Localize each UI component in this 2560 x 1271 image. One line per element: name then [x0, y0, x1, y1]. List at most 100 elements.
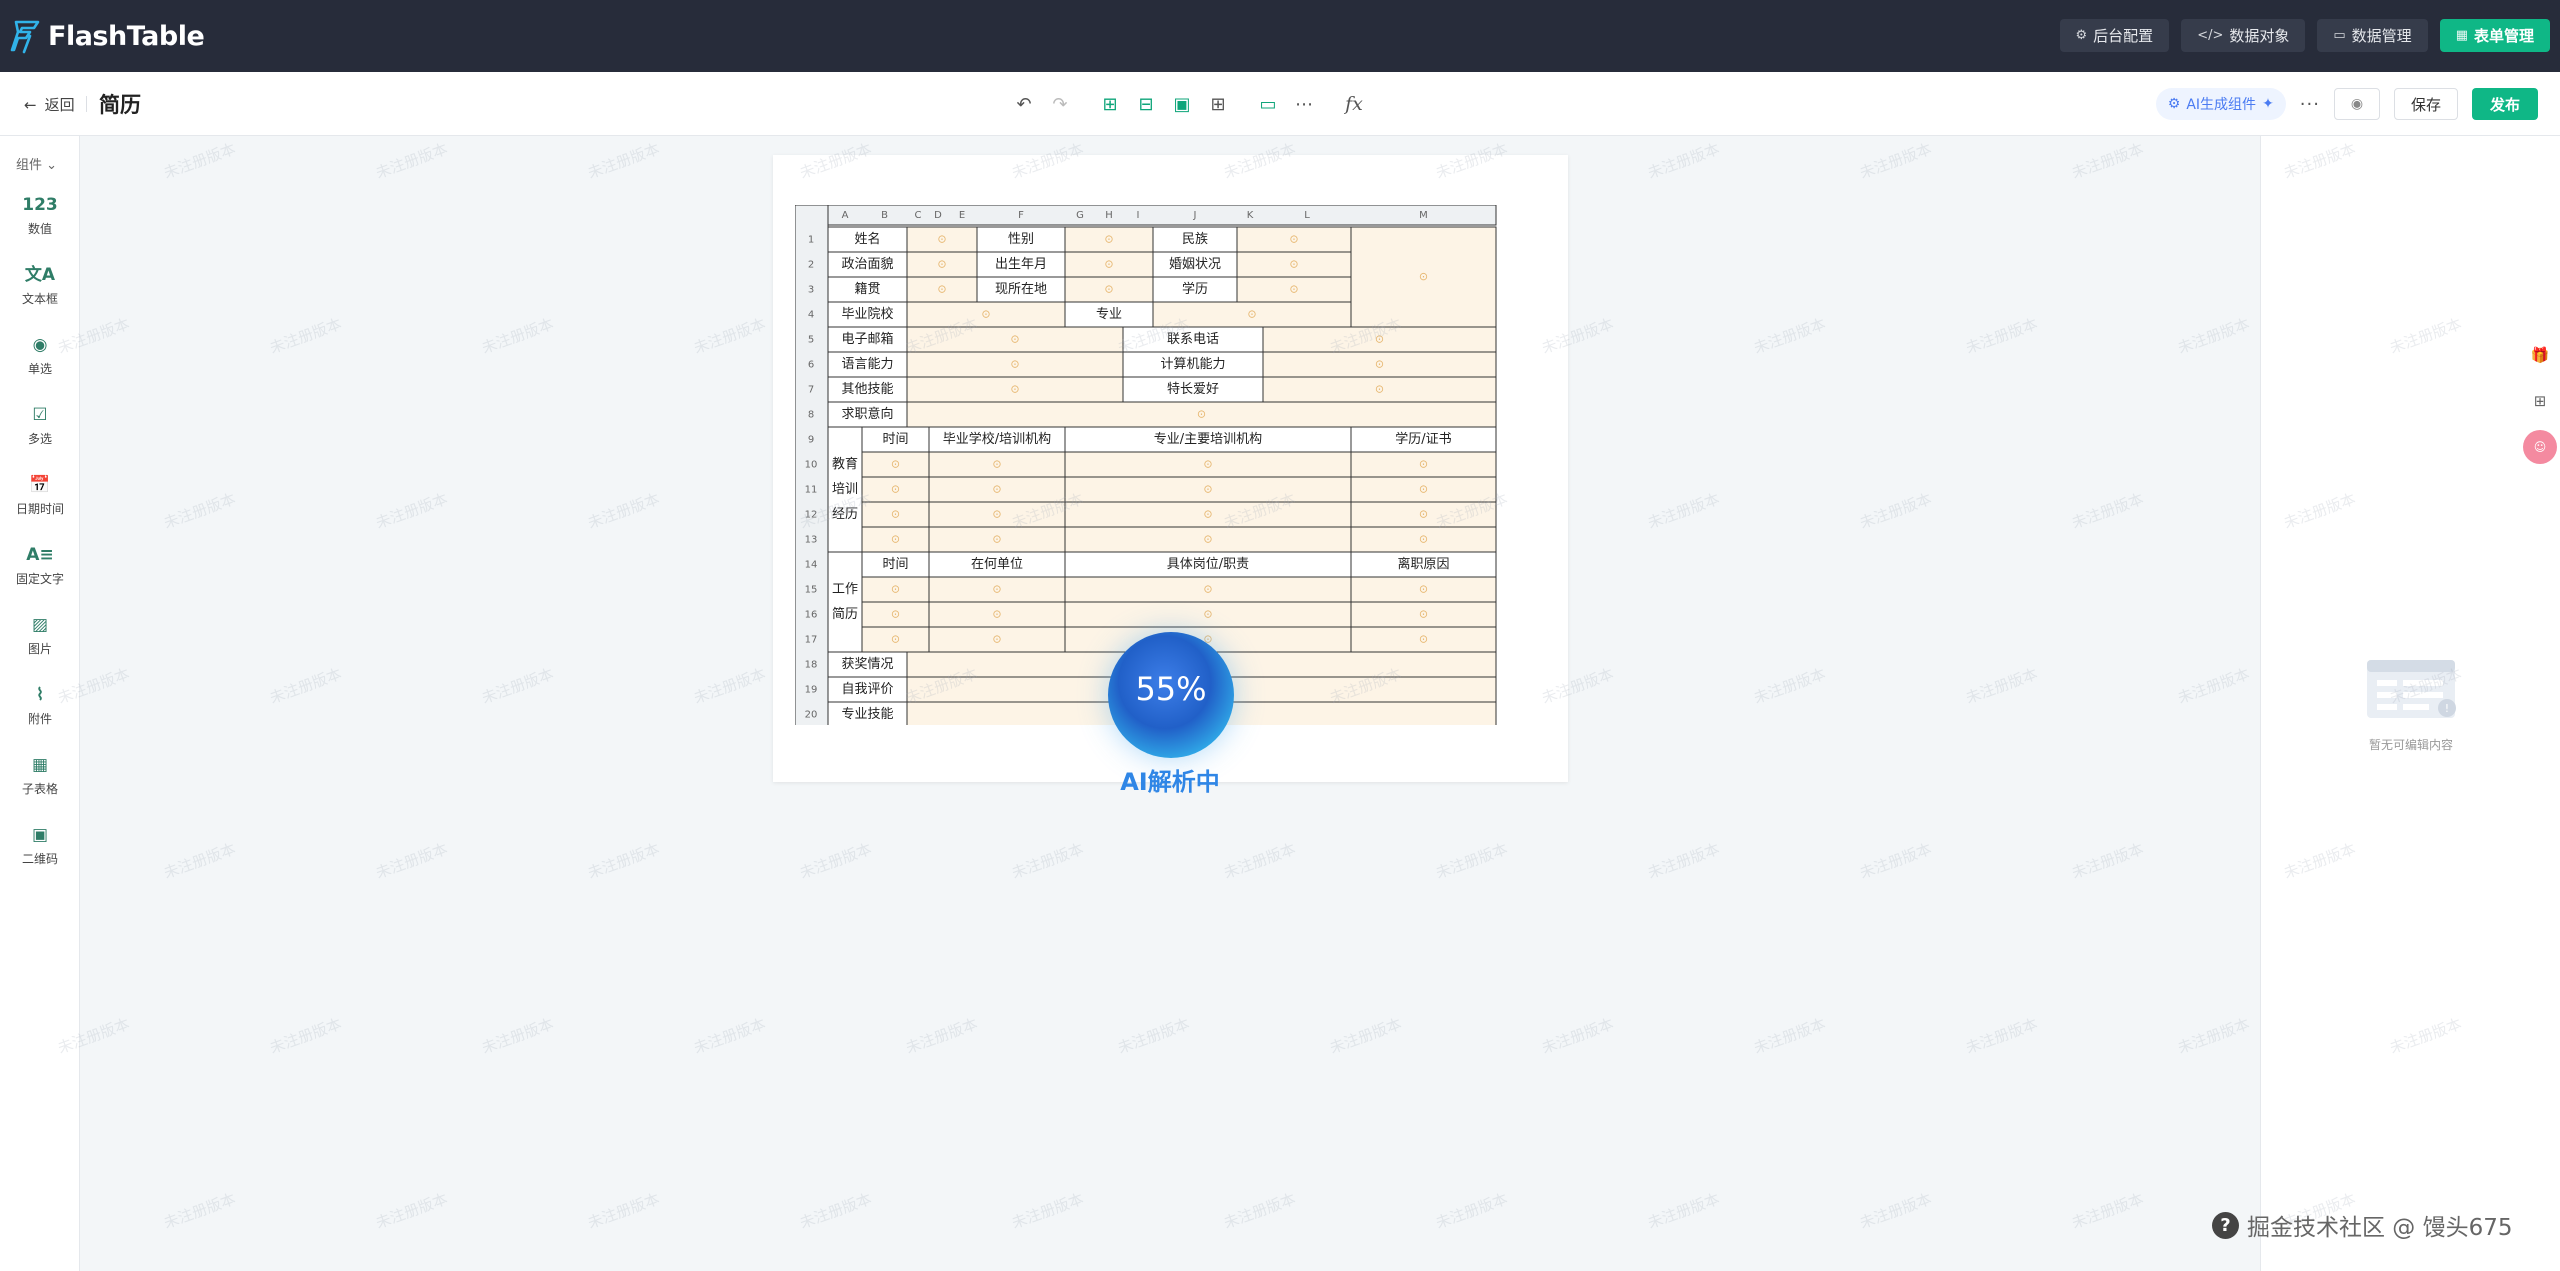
editor-toolbar: ← 返回 简历 ↶ ↷ ⊞ ⊟ ▣ ⊞ ▭ ⋯ fx ⚙ AI生成组件 ✦ ··· ◉…: [0, 72, 2560, 136]
sidebar-item-text[interactable]: 文A 文本框: [0, 264, 80, 307]
publish-button[interactable]: 发布: [2471, 88, 2538, 120]
label-cell[interactable]: [827, 551, 863, 653]
watermark-text: 未注册版本: [585, 489, 663, 533]
label-text: 离职原因: [1397, 556, 1449, 572]
label-text: 专业/主要培训机构: [1154, 431, 1262, 447]
split-cells-icon[interactable]: ⊟: [1128, 90, 1164, 118]
label-text: 语言能力: [841, 357, 893, 372]
watermark-text: 未注册版本: [691, 314, 769, 358]
column-letter: K: [1247, 210, 1254, 221]
save-button[interactable]: 保存: [2393, 88, 2458, 120]
ai-generate-button[interactable]: ⚙ AI生成组件 ✦: [2155, 88, 2286, 120]
sidebar-item-number[interactable]: 123 数值: [0, 194, 80, 237]
sidebar-item-radio[interactable]: ◉ 单选: [0, 334, 80, 377]
row-number: 6: [808, 360, 814, 371]
formula-icon[interactable]: fx: [1336, 90, 1372, 118]
field-marker-icon: ⊙: [992, 483, 1001, 496]
sidebar-item-label: 子表格: [21, 782, 58, 796]
assistant-avatar-icon[interactable]: ☺: [2523, 430, 2557, 464]
checkbox-icon: ☑: [32, 405, 48, 425]
watermark-text: 未注册版本: [373, 839, 451, 883]
subtable-icon: ▦: [31, 755, 49, 775]
watermark-text: 未注册版本: [1857, 139, 1935, 183]
grid-icon: ▦: [2455, 28, 2468, 43]
field-marker-icon: ⊙: [891, 633, 900, 646]
watermark-text: 未注册版本: [1645, 139, 1723, 183]
app-logo[interactable]: FlashTable: [10, 18, 205, 54]
row-number: 10: [805, 460, 818, 471]
column-letter: B: [881, 210, 888, 221]
qrcode-icon: ▣: [31, 825, 49, 845]
watermark-text: 未注册版本: [161, 839, 239, 883]
field-marker-icon: ⊙: [1247, 308, 1256, 321]
sidebar-item-fixed-text[interactable]: A≡ 固定文字: [0, 544, 80, 587]
data-object-button[interactable]: </> 数据对象: [2181, 19, 2306, 52]
field-marker-icon: ⊙: [992, 583, 1001, 596]
label-text: 经历: [832, 507, 858, 522]
gift-icon[interactable]: 🎁: [2523, 338, 2557, 372]
sidebar-item-paperclip[interactable]: ⌇ 附件: [0, 684, 80, 727]
label-text: 求职意向: [841, 406, 893, 422]
watermark-text: 未注册版本: [585, 839, 663, 883]
table-border-icon[interactable]: ⊞: [1200, 90, 1236, 118]
sidebar-item-subtable[interactable]: ▦ 子表格: [0, 754, 80, 797]
apps-icon[interactable]: ⊞: [2523, 384, 2557, 418]
label-text: 时间: [882, 557, 908, 572]
radio-icon: ◉: [32, 335, 48, 355]
border-icon[interactable]: ▣: [1164, 90, 1200, 118]
backend-config-button[interactable]: ⚙ 后台配置: [2059, 19, 2170, 52]
sidebar-item-calendar[interactable]: 📅 日期时间: [0, 474, 80, 517]
label-text: 婚姻状况: [1169, 257, 1221, 272]
label-text: 政治面貌: [841, 257, 893, 272]
label-text: 民族: [1182, 231, 1208, 247]
empty-state-illustration: !: [2367, 660, 2456, 718]
watermark-text: 未注册版本: [1751, 314, 1829, 358]
row-number: 8: [808, 410, 814, 421]
watermark-text: 未注册版本: [1645, 489, 1723, 533]
field-marker-icon: ⊙: [891, 533, 900, 546]
sidebar-item-label: 二维码: [21, 852, 58, 866]
watermark-text: 未注册版本: [2175, 1014, 2253, 1058]
field-marker-icon: ⊙: [1375, 358, 1384, 371]
button-label: 数据对象: [2229, 27, 2290, 45]
button-label: 表单管理: [2473, 27, 2534, 45]
watermark-text: 未注册版本: [1645, 1189, 1723, 1233]
watermark-text: 未注册版本: [161, 489, 239, 533]
field-marker-icon: ⊙: [937, 233, 946, 246]
more-icon[interactable]: ···: [2300, 94, 2320, 115]
field-marker-icon: ⊙: [1419, 458, 1428, 471]
redo-icon[interactable]: ↷: [1042, 90, 1078, 118]
back-button[interactable]: ← 返回: [24, 94, 75, 115]
row-number: 5: [808, 335, 814, 346]
column-header-bar: [795, 205, 1497, 226]
sidebar-item-label: 附件: [27, 712, 52, 726]
watermark-text: 未注册版本: [1009, 1189, 1087, 1233]
label-text: 培训: [832, 481, 858, 497]
field-marker-icon: ⊙: [1419, 583, 1428, 596]
flash-logo-icon: [10, 20, 40, 54]
sidebar-item-qrcode[interactable]: ▣ 二维码: [0, 824, 80, 867]
undo-icon[interactable]: ↶: [1006, 90, 1042, 118]
watermark-text: 未注册版本: [1327, 1014, 1405, 1058]
floating-shortcuts: 🎁 ⊞ ☺: [2520, 338, 2560, 476]
row-number: 7: [808, 385, 814, 396]
component-dropdown[interactable]: 组件 ⌄: [16, 154, 57, 173]
data-management-button[interactable]: ▭ 数据管理: [2317, 19, 2428, 52]
number-icon: 123: [22, 195, 58, 215]
watermark-text: 未注册版本: [1221, 1189, 1299, 1233]
ai-gear-icon: ⚙: [2167, 96, 2181, 112]
sidebar-item-checkbox[interactable]: ☑ 多选: [0, 404, 80, 447]
field-marker-icon: ⊙: [1419, 608, 1428, 621]
more-tools-icon[interactable]: ⋯: [1286, 90, 1322, 118]
button-label: 后台配置: [2093, 27, 2154, 45]
row-number: 20: [805, 710, 818, 721]
sidebar-item-label: 日期时间: [15, 502, 64, 516]
merge-cells-icon[interactable]: ⊞: [1092, 90, 1128, 118]
cell-format-icon[interactable]: ▭: [1250, 90, 1286, 118]
form-management-button[interactable]: ▦ 表单管理: [2439, 19, 2550, 52]
sidebar-item-image[interactable]: ▨ 图片: [0, 614, 80, 657]
field-marker-icon: ⊙: [1104, 283, 1113, 296]
preview-button[interactable]: ◉: [2333, 88, 2380, 120]
watermark-text: 未注册版本: [691, 664, 769, 708]
help-icon[interactable]: ?: [2212, 1211, 2239, 1239]
